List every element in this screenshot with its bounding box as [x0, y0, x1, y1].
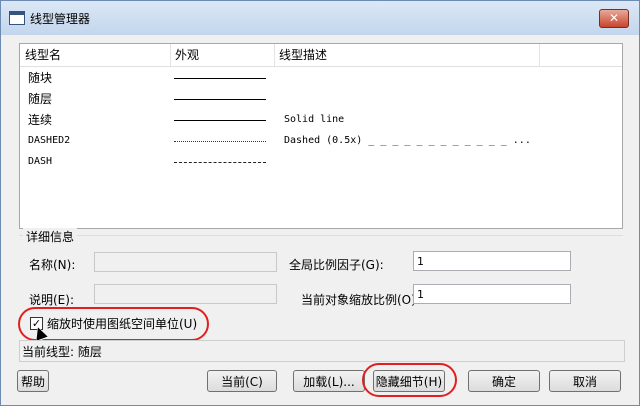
ok-button[interactable]: 确定	[468, 370, 540, 392]
linetype-description: Dashed (0.5x) _ _ _ _ _ _ _ _ _ _ _ _ ..…	[284, 135, 531, 146]
list-item[interactable]: DASH	[20, 152, 622, 172]
object-scale-input[interactable]: 1	[413, 284, 571, 304]
column-header-name[interactable]: 线型名	[20, 44, 171, 66]
name-label: 名称(N):	[29, 258, 76, 272]
global-scale-input[interactable]: 1	[413, 251, 571, 271]
linetype-name: DASHED2	[28, 135, 71, 146]
description-label: 说明(E):	[29, 293, 74, 307]
linetype-preview	[174, 120, 266, 121]
close-button[interactable]: ✕	[599, 9, 629, 28]
linetype-preview	[174, 141, 266, 142]
help-button[interactable]: 帮助	[17, 370, 49, 392]
list-header: 线型名 外观 线型描述	[20, 44, 622, 67]
list-item[interactable]: 随层	[20, 89, 622, 109]
linetype-list[interactable]: 线型名 外观 线型描述 随块 随层 连续 Solid line DASHED2 …	[19, 43, 623, 229]
linetype-name: 随层	[28, 92, 53, 106]
linetype-preview	[174, 162, 266, 163]
list-item[interactable]: 连续 Solid line	[20, 110, 622, 130]
list-item[interactable]: DASHED2 Dashed (0.5x) _ _ _ _ _ _ _ _ _ …	[20, 131, 622, 151]
linetype-name: 随块	[28, 71, 53, 85]
details-group-label: 详细信息	[23, 228, 78, 245]
load-button[interactable]: 加载(L)...	[293, 370, 365, 392]
linetype-preview	[174, 99, 266, 100]
current-linetype-status: 当前线型: 随层	[19, 340, 625, 362]
current-button[interactable]: 当前(C)	[207, 370, 277, 392]
linetype-description: Solid line	[284, 114, 345, 125]
linetype-name: DASH	[28, 156, 53, 167]
name-field[interactable]	[94, 252, 277, 272]
list-item[interactable]: 随块	[20, 68, 622, 88]
cancel-button[interactable]: 取消	[549, 370, 621, 392]
annotation-highlight-hide-details	[362, 363, 457, 397]
column-header-description[interactable]: 线型描述	[274, 44, 540, 66]
linetype-name: 连续	[28, 113, 53, 127]
linetype-preview	[174, 78, 266, 79]
window-icon	[9, 11, 25, 25]
object-scale-label: 当前对象缩放比例(O):	[301, 293, 420, 307]
title-bar: 线型管理器 ✕	[1, 1, 639, 35]
status-text: 当前线型: 随层	[22, 345, 102, 359]
description-field[interactable]	[94, 284, 277, 304]
global-scale-label: 全局比例因子(G):	[289, 258, 384, 272]
linetype-manager-dialog: 线型管理器 ✕ 线型名 外观 线型描述 随块 随层 连续 Solid line …	[0, 0, 640, 406]
window-title: 线型管理器	[30, 12, 91, 26]
column-header-appearance[interactable]: 外观	[170, 44, 275, 66]
